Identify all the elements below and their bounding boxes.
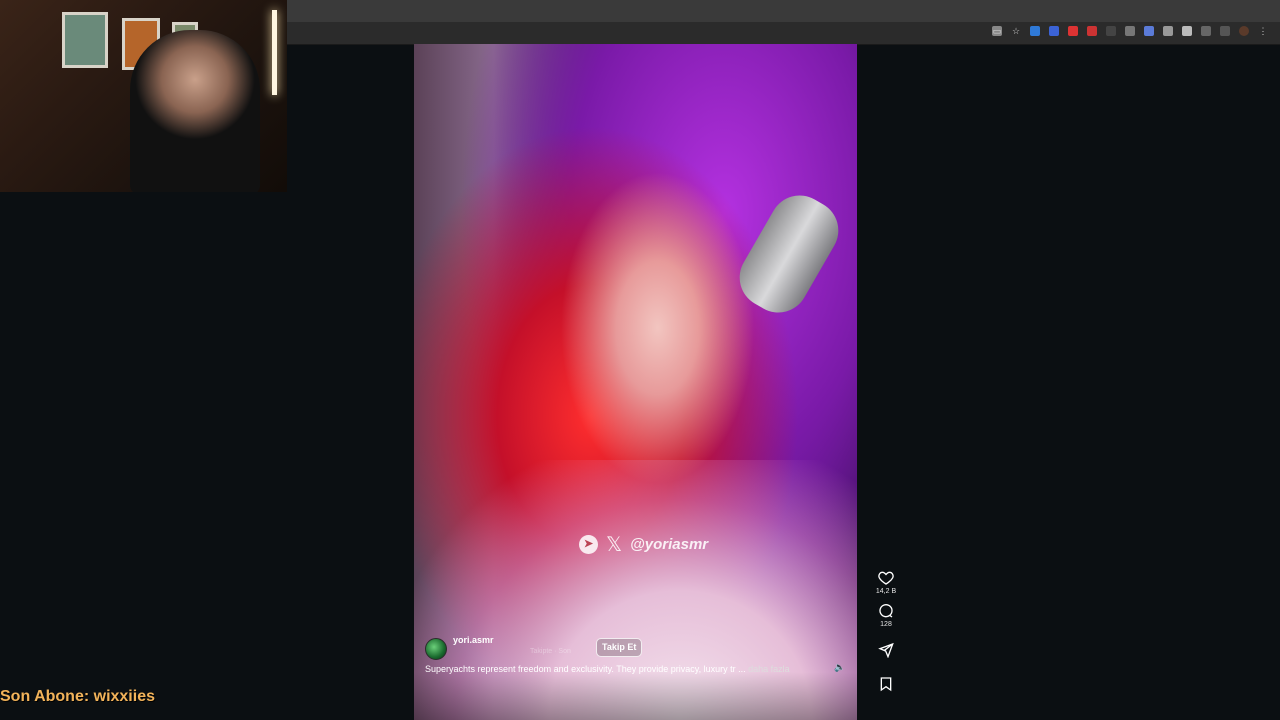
avatar[interactable] <box>425 638 447 660</box>
wall-picture <box>62 12 108 68</box>
watermark-handle: @yoriasmr <box>630 536 709 553</box>
cast-icon[interactable]: ▭ <box>992 26 1002 36</box>
profile-avatar[interactable] <box>1239 26 1249 36</box>
webcam-overlay <box>0 0 287 192</box>
extension-toolbar: ▭ ☆ ⋮ <box>992 26 1268 36</box>
star-icon[interactable]: ☆ <box>1011 26 1021 36</box>
save-button[interactable] <box>878 676 894 692</box>
heart-icon <box>878 571 894 585</box>
extension-icon[interactable] <box>1106 26 1116 36</box>
extension-icon[interactable] <box>1049 26 1059 36</box>
telegram-icon: ➤ <box>579 535 598 554</box>
username-link[interactable]: yori.asmr <box>453 635 494 645</box>
extension-icon[interactable] <box>1125 26 1135 36</box>
menu-icon[interactable]: ⋮ <box>1258 26 1268 36</box>
extension-icon[interactable] <box>1163 26 1173 36</box>
light-strip <box>272 10 277 95</box>
microphone <box>728 184 850 324</box>
bookmark-icon <box>880 677 892 692</box>
like-count: 14,2 B <box>875 588 897 595</box>
streamer-figure <box>130 30 260 192</box>
comment-button[interactable]: 128 <box>878 603 894 628</box>
share-icon <box>878 642 894 658</box>
x-logo-icon: 𝕏 <box>606 534 623 556</box>
extension-icon[interactable] <box>1144 26 1154 36</box>
follow-button[interactable]: Takip Et <box>596 638 643 657</box>
action-rail: 14,2 B 128 <box>868 570 904 700</box>
volume-icon[interactable]: 🔈 <box>834 662 845 673</box>
extension-icon[interactable] <box>1068 26 1078 36</box>
extension-icon[interactable] <box>1030 26 1040 36</box>
video-bottom-gradient <box>414 672 857 720</box>
extension-icon[interactable] <box>1201 26 1211 36</box>
comment-icon <box>879 604 893 618</box>
latest-subscriber-overlay: Son Abone: wixxiies <box>0 688 155 705</box>
video-watermark: ➤ 𝕏 @yoriasmr <box>579 532 708 557</box>
extension-icon[interactable] <box>1182 26 1192 36</box>
more-link[interactable]: daha fazla <box>748 664 790 674</box>
extensions-puzzle-icon[interactable] <box>1220 26 1230 36</box>
like-button[interactable]: 14,2 B <box>876 570 896 595</box>
comment-count: 128 <box>880 621 892 628</box>
extension-icon[interactable] <box>1087 26 1097 36</box>
share-button[interactable] <box>878 642 894 658</box>
reel-video[interactable]: ➤ 𝕏 @yoriasmr <box>414 44 857 720</box>
